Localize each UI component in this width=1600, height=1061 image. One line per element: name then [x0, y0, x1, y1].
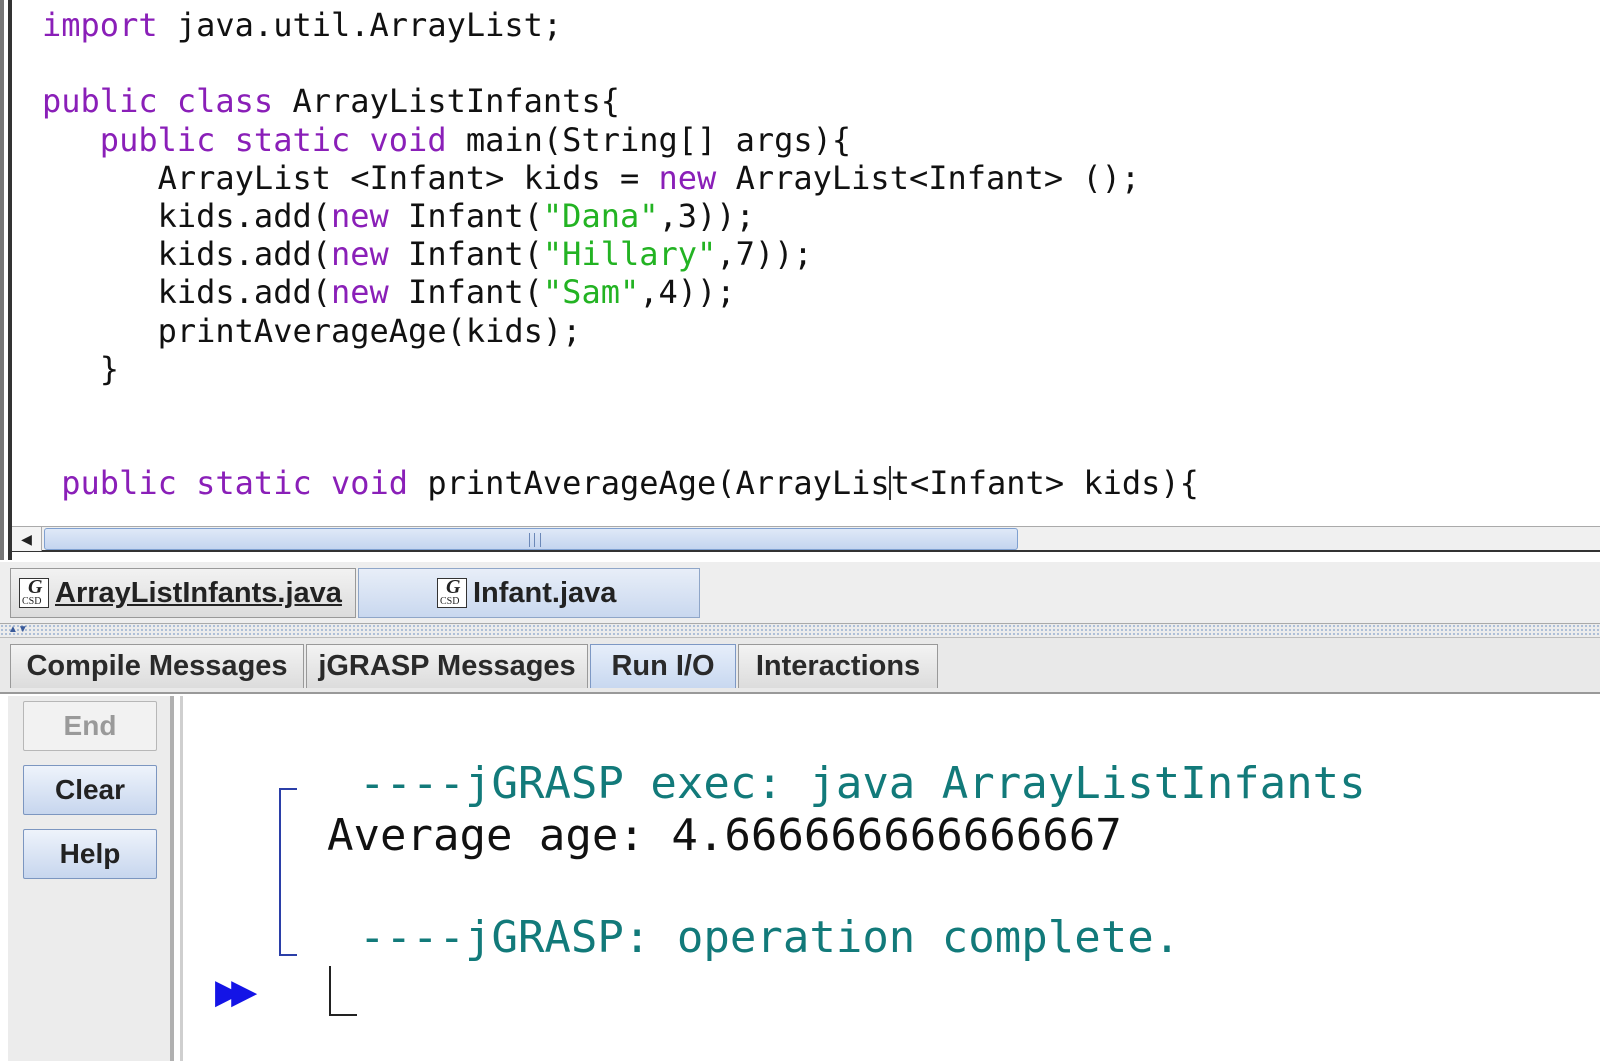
tab-run-io[interactable]: Run I/O	[590, 644, 736, 688]
code-token: kids.add(	[42, 273, 331, 312]
string-token: "Dana"	[542, 196, 659, 235]
code-line[interactable]: public static void printAverageAge(Array…	[42, 464, 1199, 502]
csd-file-icon: G CSD	[437, 576, 467, 608]
code-token: ,4));	[639, 273, 736, 312]
code-token: ,7));	[716, 235, 813, 274]
code-token: kids.add(	[42, 235, 331, 274]
keyword-token: public	[42, 82, 158, 121]
file-tab-label: ArrayListInfants.java	[55, 576, 342, 609]
output-bracket	[279, 788, 297, 956]
keyword-token: void	[330, 464, 409, 503]
code-token: }	[42, 349, 120, 388]
run-io-button-column: End Clear Help	[8, 696, 174, 1061]
code-line[interactable]: printAverageAge(kids);	[42, 312, 1199, 350]
tab-interactions[interactable]: Interactions	[738, 644, 938, 688]
file-tab-arraylistinfants[interactable]: G CSD ArrayListInfants.java	[10, 568, 356, 618]
keyword-token: new	[330, 235, 389, 274]
code-line[interactable]	[42, 426, 1199, 464]
code-line[interactable]: kids.add(new Infant("Hillary",7));	[42, 235, 1199, 273]
file-tab-bar: G CSD ArrayListInfants.java G CSD Infant.j…	[0, 562, 1600, 624]
program-output-line: Average age: 4.666666666666667	[327, 810, 1122, 861]
code-token: ArrayListInfants{	[273, 82, 620, 121]
code-line[interactable]: kids.add(new Infant("Dana",3));	[42, 197, 1199, 235]
keyword-token: public	[99, 120, 216, 159]
keyword-token: void	[369, 120, 447, 159]
code-line[interactable]: }	[42, 350, 1199, 388]
scrollbar-thumb[interactable]	[44, 528, 1018, 550]
code-line[interactable]: import java.util.ArrayList;	[42, 6, 1199, 44]
horizontal-scrollbar[interactable]: ◀	[12, 526, 1600, 552]
end-button[interactable]: End	[23, 701, 157, 751]
clear-button[interactable]: Clear	[23, 765, 157, 815]
code-token: ArrayList<Infant> ();	[716, 158, 1141, 197]
code-token: Infant(	[388, 235, 543, 274]
scroll-left-arrow-icon[interactable]: ◀	[12, 527, 42, 551]
code-token: main(String[] args){	[446, 120, 852, 159]
keyword-token: new	[330, 196, 389, 235]
string-token: "Sam"	[542, 273, 640, 312]
tab-jgrasp-messages[interactable]: jGRASP Messages	[306, 644, 588, 688]
input-cursor-bracket[interactable]	[329, 966, 357, 1016]
code-line[interactable]: public class ArrayListInfants{	[42, 82, 1199, 120]
exec-line: ----jGRASP exec: java ArrayListInfants	[359, 758, 1366, 809]
code-token: t<Infant> kids){	[890, 464, 1199, 503]
help-button[interactable]: Help	[23, 829, 157, 879]
code-token: java.util.ArrayList;	[157, 6, 563, 44]
message-tab-bar: Compile Messages jGRASP Messages Run I/O…	[0, 638, 1600, 694]
keyword-token: public	[61, 464, 177, 503]
panel-splitter[interactable]: ▲▼	[0, 624, 1600, 638]
run-io-output[interactable]: ----jGRASP exec: java ArrayListInfants A…	[180, 696, 1600, 1061]
csd-file-icon: G CSD	[19, 576, 49, 608]
string-token: "Hillary"	[542, 235, 717, 274]
complete-line: ----jGRASP: operation complete.	[359, 912, 1181, 963]
code-token: kids.add(	[42, 196, 331, 235]
code-token: ArrayList <Infant> kids =	[42, 158, 659, 197]
scrollbar-grip-icon	[529, 533, 541, 547]
code-token: printAverageAge(ArrayLis	[408, 464, 890, 503]
keyword-token: new	[658, 158, 717, 197]
code-line[interactable]	[42, 388, 1199, 426]
code-editor[interactable]: import java.util.ArrayList; public class…	[0, 0, 1600, 565]
editor-gutter	[0, 0, 12, 560]
keyword-token: class	[176, 82, 274, 121]
keyword-token: import	[42, 6, 158, 44]
file-tab-label: Infant.java	[473, 576, 617, 609]
source-code[interactable]: import java.util.ArrayList; public class…	[42, 6, 1199, 502]
code-token: Infant(	[388, 273, 543, 312]
code-token: Infant(	[388, 196, 543, 235]
code-line[interactable]	[42, 44, 1199, 82]
code-line[interactable]: ArrayList <Infant> kids = new ArrayList<…	[42, 159, 1199, 197]
keyword-token: static	[196, 464, 312, 503]
code-token: ,3));	[658, 196, 755, 235]
splitter-arrows-icon[interactable]: ▲▼	[8, 625, 28, 635]
code-token: printAverageAge(kids);	[42, 311, 582, 350]
code-line[interactable]: public static void main(String[] args){	[42, 121, 1199, 159]
input-prompt-arrow-icon: ▶▶	[215, 973, 257, 1011]
code-line[interactable]: kids.add(new Infant("Sam",4));	[42, 273, 1199, 311]
keyword-token: new	[330, 273, 389, 312]
tab-compile-messages[interactable]: Compile Messages	[10, 644, 304, 688]
keyword-token: static	[234, 120, 351, 159]
file-tab-infant[interactable]: G CSD Infant.java	[358, 568, 700, 618]
